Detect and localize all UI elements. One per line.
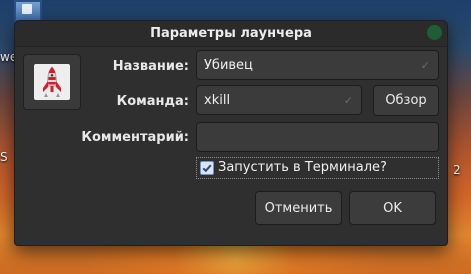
desktop-label-fragment-2: S [0,150,8,164]
title-bar[interactable]: Параметры лаунчера [15,21,447,47]
desktop-label-fragment-3: 2 [453,163,461,177]
command-field-value: xkill [204,93,231,108]
dialog-title: Параметры лаунчера [150,26,312,41]
name-field[interactable]: Убивец ✓ [196,50,439,80]
browse-button[interactable]: Обзор [373,85,439,116]
checkmark-icon [202,164,212,173]
run-in-terminal-checkbox[interactable] [200,161,214,175]
cancel-button[interactable]: Отменить [255,191,342,225]
command-field[interactable]: xkill ✓ [196,85,362,115]
checkmark-icon: ✓ [420,59,430,72]
desktop-folder-icon[interactable] [14,0,42,22]
close-icon[interactable] [427,25,442,40]
run-in-terminal-label: Запустить в Терминале? [218,160,387,175]
command-label: Команда: [116,94,189,109]
rocket-icon [34,64,70,100]
comment-field[interactable] [196,122,439,152]
name-label: Название: [112,59,189,74]
launcher-properties-dialog: Параметры лаунчера Название: Убивец ✓ Ко… [14,20,448,246]
name-field-value: Убивец [204,58,253,73]
launcher-icon-button[interactable] [23,54,81,110]
checkmark-icon: ✓ [343,94,353,107]
ok-button[interactable]: OK [349,191,436,225]
comment-label: Комментарий: [81,130,189,145]
run-in-terminal-checkbox-row[interactable]: Запустить в Терминале? [196,157,439,179]
